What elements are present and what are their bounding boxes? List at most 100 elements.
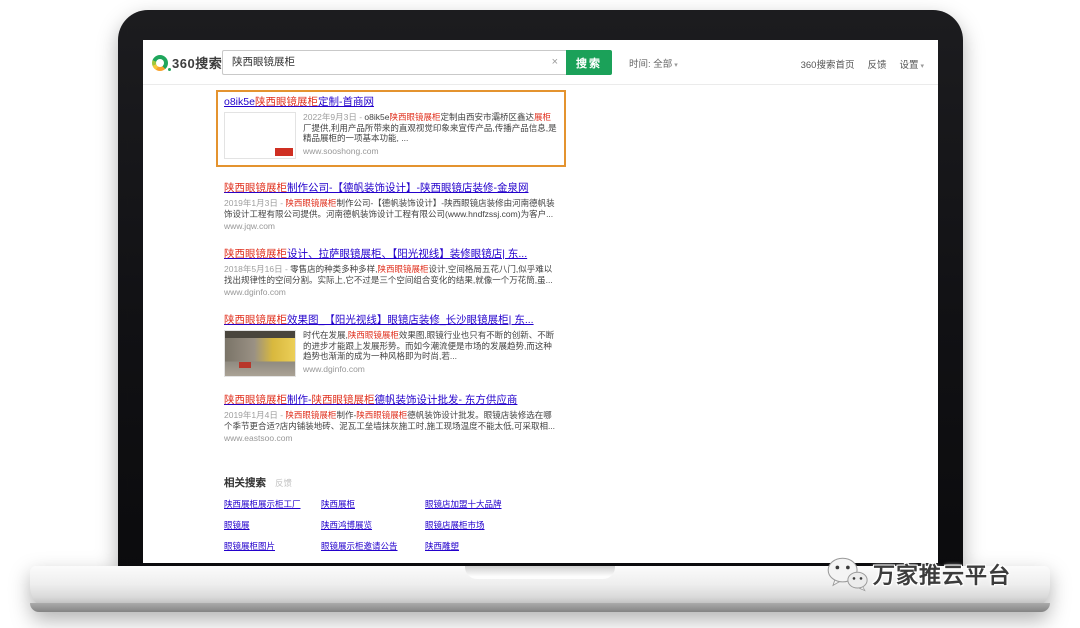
result-url: www.sooshong.com <box>303 146 558 156</box>
search-result: 陕西眼镜展柜效果图_【阳光视线】眼镜店装修_长沙眼镜展柜| 东...时代在发展,… <box>224 314 558 377</box>
result-date: 2019年1月4日 - <box>224 410 285 420</box>
search-bar: 陕西眼镜展柜 × 搜索 <box>222 50 612 75</box>
search-result: o8ik5e陕西眼镜展柜定制-首商网2022年9月3日 - o8ik5e陕西眼镜… <box>216 90 566 167</box>
result-body: 时代在发展,陕西眼镜展柜效果图,眼镜行业也只有不断的创新、不断的进步才能跟上发展… <box>224 330 558 377</box>
result-date: 2022年9月3日 - <box>303 112 364 122</box>
result-title-link[interactable]: 陕西眼镜展柜设计、拉萨眼镜展柜、【阳光视线】装修眼镜店| 东... <box>224 248 558 261</box>
plain-text: 德帆装饰设计批发- 东方供应商 <box>375 394 518 406</box>
laptop-base-edge <box>30 603 1050 612</box>
settings-dropdown[interactable]: 设置▾ <box>899 57 924 71</box>
result-title-link[interactable]: 陕西眼镜展柜制作-陕西眼镜展柜德帆装饰设计批发- 东方供应商 <box>224 394 558 407</box>
header-links: 360搜索首页 反馈 设置▾ <box>801 57 924 71</box>
search-query-text: 陕西眼镜展柜 <box>232 56 295 68</box>
highlighted-keyword: 陕西眼镜展柜 <box>389 112 440 122</box>
feedback-link[interactable]: 反馈 <box>867 57 886 71</box>
360-logo-icon <box>152 55 168 71</box>
search-input[interactable]: 陕西眼镜展柜 × <box>222 50 566 75</box>
result-snippet: 2019年1月4日 - 陕西眼镜展柜制作-陕西眼镜展柜德帆装饰设计批发。眼镜店装… <box>224 410 558 431</box>
highlighted-keyword: 展柜 <box>534 112 551 122</box>
result-title-link[interactable]: o8ik5e陕西眼镜展柜定制-首商网 <box>224 96 558 109</box>
plain-text: 定制由西安市灞桥区鑫达 <box>441 112 535 122</box>
highlighted-keyword: 陕西眼镜展柜 <box>224 394 287 406</box>
plain-text: 制作公司-【德帆装饰设计】-陕西眼镜店装修-金泉网 <box>287 182 529 194</box>
plain-text: 定制-首商网 <box>318 96 374 108</box>
search-result: 陕西眼镜展柜制作公司-【德帆装饰设计】-陕西眼镜店装修-金泉网2019年1月3日… <box>224 182 558 231</box>
plain-text: 效果图_【阳光视线】眼镜店装修_长沙眼镜展柜| 东... <box>287 314 534 326</box>
chevron-down-icon: ▾ <box>674 62 678 69</box>
result-body: 2018年5月16日 - 零售店的种类多种多样,陕西眼镜展柜设计,空间格局五花八… <box>224 264 558 297</box>
related-search-link[interactable]: 眼镜展示柜邀请公告 <box>321 540 398 552</box>
result-text: 2022年9月3日 - o8ik5e陕西眼镜展柜定制由西安市灞桥区鑫达展柜厂提供… <box>303 112 558 159</box>
related-search-link[interactable]: 眼镜店展柜市场 <box>425 519 485 531</box>
watermark-brand: 万家推云平台 <box>873 558 1011 590</box>
results-list: o8ik5e陕西眼镜展柜定制-首商网2022年9月3日 - o8ik5e陕西眼镜… <box>224 90 558 460</box>
related-search-link[interactable]: 陕西展柜 <box>321 498 355 510</box>
time-filter-dropdown[interactable]: 时间: 全部▾ <box>629 56 678 70</box>
related-search-link[interactable]: 眼镜展柜图片 <box>224 540 275 552</box>
watermark: 万家推云平台 <box>826 556 1011 592</box>
plain-text: 厂提供,利用产品所带来的直观视觉印象来宣传产品,传播产品信息,是精品展柜的一项基… <box>303 123 557 144</box>
highlighted-keyword: 陕西眼镜展柜 <box>224 314 287 326</box>
result-thumbnail[interactable] <box>224 330 296 377</box>
home-link[interactable]: 360搜索首页 <box>801 57 855 71</box>
highlighted-keyword: 陕西眼镜展柜 <box>224 182 287 194</box>
highlighted-keyword: 陕西眼镜展柜 <box>255 96 318 108</box>
stage: 360搜索 陕西眼镜展柜 × 搜索 时间: 全部▾ 360搜索首页 反馈 设置▾ <box>0 0 1080 628</box>
related-searches-grid: 陕西展柜展示柜工厂 陕西展柜 眼镜店加盟十大品牌眼镜展 陕西鸿博展览 眼镜店展柜市场眼镜… <box>224 498 534 552</box>
result-body: 2019年1月3日 - 陕西眼镜展柜制作公司-【德帆装饰设计】-陕西眼镜店装修由… <box>224 198 558 231</box>
laptop-mockup: 360搜索 陕西眼镜展柜 × 搜索 时间: 全部▾ 360搜索首页 反馈 设置▾ <box>0 0 1080 628</box>
related-feedback-link[interactable]: 反馈 <box>275 477 292 489</box>
time-filter-label: 时间: 全部 <box>629 59 672 70</box>
plain-text: 时代在发展, <box>303 330 348 340</box>
search-button[interactable]: 搜索 <box>566 50 612 75</box>
related-searches: 相关搜索 反馈 陕西展柜展示柜工厂陕西展柜眼镜店加盟十大品牌眼镜展陕西鸿博展览眼… <box>224 475 534 552</box>
search-result: 陕西眼镜展柜制作-陕西眼镜展柜德帆装饰设计批发- 东方供应商2019年1月4日 … <box>224 394 558 443</box>
clear-icon[interactable]: × <box>552 51 558 74</box>
related-search-link[interactable]: 陕西雕塑 <box>425 540 459 552</box>
search-result: 陕西眼镜展柜设计、拉萨眼镜展柜、【阳光视线】装修眼镜店| 东... 2018年5月… <box>224 248 558 297</box>
related-search-link[interactable]: 陕西鸿博展览 <box>321 519 372 531</box>
highlighted-keyword: 陕西眼镜展柜 <box>378 264 429 274</box>
search-header: 360搜索 陕西眼镜展柜 × 搜索 时间: 全部▾ 360搜索首页 反馈 设置▾ <box>143 40 938 85</box>
settings-label: 设置 <box>899 60 918 71</box>
related-searches-header: 相关搜索 反馈 <box>224 475 534 490</box>
highlighted-keyword: 陕西眼镜展柜 <box>285 198 336 208</box>
result-text: 2019年1月3日 - 陕西眼镜展柜制作公司-【德帆装饰设计】-陕西眼镜店装修由… <box>224 198 558 231</box>
highlighted-keyword: 陕西眼镜展柜 <box>356 410 407 420</box>
result-title-link[interactable]: 陕西眼镜展柜效果图_【阳光视线】眼镜店装修_长沙眼镜展柜| 东... <box>224 314 558 327</box>
related-search-link[interactable]: 眼镜店加盟十大品牌 <box>425 498 502 510</box>
result-date: 2018年5月16日 - <box>224 264 290 274</box>
result-snippet: 2022年9月3日 - o8ik5e陕西眼镜展柜定制由西安市灞桥区鑫达展柜厂提供… <box>303 112 558 144</box>
wechat-icon <box>826 556 868 592</box>
chevron-down-icon: ▾ <box>920 63 924 70</box>
result-title-link[interactable]: 陕西眼镜展柜制作公司-【德帆装饰设计】-陕西眼镜店装修-金泉网 <box>224 182 558 195</box>
highlighted-keyword: 陕西眼镜展柜 <box>312 394 375 406</box>
result-snippet: 时代在发展,陕西眼镜展柜效果图,眼镜行业也只有不断的创新、不断的进步才能跟上发展… <box>303 330 558 362</box>
result-body: 2019年1月4日 - 陕西眼镜展柜制作-陕西眼镜展柜德帆装饰设计批发。眼镜店装… <box>224 410 558 443</box>
plain-text: 制作- <box>336 410 356 420</box>
result-url: www.eastsoo.com <box>224 433 558 443</box>
plain-text: 制作- <box>287 394 312 406</box>
laptop-thumb-notch <box>465 566 615 579</box>
logo-text: 360搜索 <box>172 53 222 72</box>
related-search-link[interactable]: 陕西展柜展示柜工厂 <box>224 498 301 510</box>
result-body: 2022年9月3日 - o8ik5e陕西眼镜展柜定制由西安市灞桥区鑫达展柜厂提供… <box>224 112 558 159</box>
plain-text: o8ik5e <box>364 112 389 122</box>
result-thumbnail[interactable] <box>224 112 296 159</box>
result-snippet: 2019年1月3日 - 陕西眼镜展柜制作公司-【德帆装饰设计】-陕西眼镜店装修由… <box>224 198 558 219</box>
highlighted-keyword: 陕西眼镜展柜 <box>348 330 399 340</box>
plain-text: o8ik5e <box>224 96 255 108</box>
result-url: www.dginfo.com <box>303 364 558 374</box>
browser-viewport: 360搜索 陕西眼镜展柜 × 搜索 时间: 全部▾ 360搜索首页 反馈 设置▾ <box>143 40 938 563</box>
result-snippet: 2018年5月16日 - 零售店的种类多种多样,陕西眼镜展柜设计,空间格局五花八… <box>224 264 558 285</box>
highlighted-keyword: 陕西眼镜展柜 <box>224 248 287 260</box>
related-search-link[interactable]: 眼镜展 <box>224 519 250 531</box>
highlighted-keyword: 陕西眼镜展柜 <box>285 410 336 420</box>
result-url: www.jqw.com <box>224 221 558 231</box>
result-url: www.dginfo.com <box>224 287 558 297</box>
result-text: 2018年5月16日 - 零售店的种类多种多样,陕西眼镜展柜设计,空间格局五花八… <box>224 264 558 297</box>
result-text: 2019年1月4日 - 陕西眼镜展柜制作-陕西眼镜展柜德帆装饰设计批发。眼镜店装… <box>224 410 558 443</box>
360-search-logo[interactable]: 360搜索 <box>152 53 222 72</box>
result-text: 时代在发展,陕西眼镜展柜效果图,眼镜行业也只有不断的创新、不断的进步才能跟上发展… <box>303 330 558 377</box>
laptop-screen-bezel: 360搜索 陕西眼镜展柜 × 搜索 时间: 全部▾ 360搜索首页 反馈 设置▾ <box>118 10 963 578</box>
